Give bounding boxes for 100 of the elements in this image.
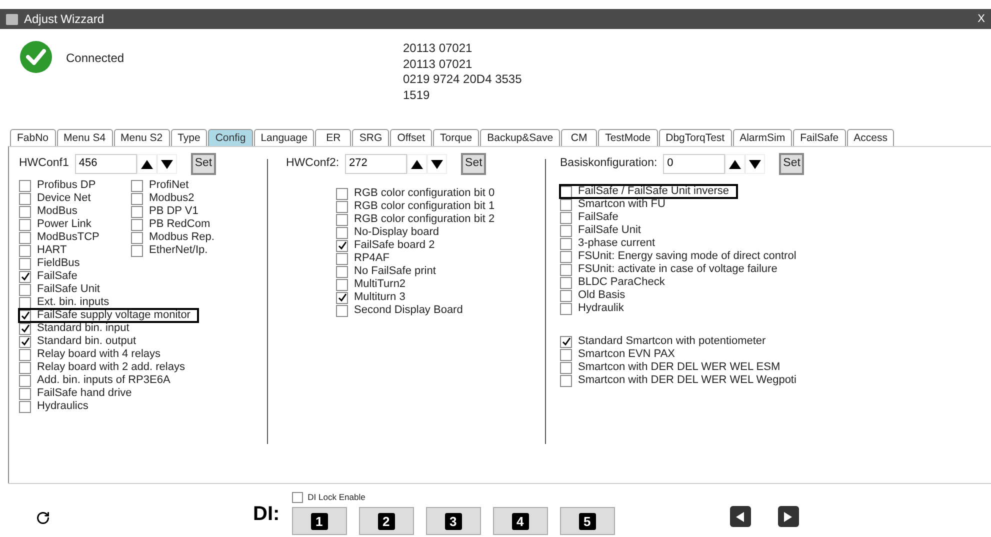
checkbox[interactable] [336,278,348,290]
checkbox[interactable] [560,362,572,374]
checkbox[interactable] [560,348,572,360]
checkbox[interactable] [19,348,31,360]
checkbox[interactable] [19,322,31,334]
di-button[interactable]: 1 [292,507,347,535]
field-label: HWConf1 [19,156,69,172]
checkbox[interactable] [336,200,348,212]
checkbox[interactable] [19,192,31,204]
checkbox[interactable] [19,336,31,348]
checkbox[interactable] [560,374,572,386]
set-button[interactable]: Set [190,153,216,175]
increase-button[interactable] [407,154,428,174]
tab[interactable]: AlarmSim [732,129,792,146]
checkbox[interactable] [336,266,348,278]
checkbox-label: Profibus DP [37,180,96,191]
checkbox[interactable] [19,284,31,296]
checkbox[interactable] [131,206,143,218]
tab[interactable]: Access [846,129,894,146]
checkbox[interactable] [560,302,572,314]
checkbox[interactable] [19,400,31,412]
checkbox[interactable] [19,296,31,308]
decrease-button[interactable] [427,154,448,174]
set-button[interactable]: Set [779,153,804,175]
di-button[interactable]: 3 [426,507,481,535]
checkbox[interactable] [560,238,572,250]
close-button[interactable]: X [978,10,985,28]
checkbox[interactable] [336,214,348,226]
checkbox[interactable] [19,362,31,374]
field-label: Basiskonfiguration: [560,156,658,172]
tab[interactable]: Offset [390,129,432,146]
checkbox[interactable] [336,292,348,304]
tab[interactable]: FailSafe [793,129,846,146]
checkbox[interactable] [560,250,572,262]
tab[interactable]: TestMode [598,129,658,146]
increase-button[interactable] [725,154,746,174]
checkbox[interactable] [131,192,143,204]
tab[interactable]: SRG [352,129,390,146]
checkbox[interactable] [19,310,31,322]
tab[interactable]: Config [208,129,253,146]
tab[interactable]: Torque [433,129,480,146]
set-button[interactable]: Set [461,153,486,175]
checkbox[interactable] [292,492,303,504]
tab[interactable]: CM [561,129,598,146]
checkbox[interactable] [19,270,31,282]
decrease-button[interactable] [745,154,766,174]
tab[interactable]: DbgTorqTest [658,129,732,146]
tab[interactable]: Menu S4 [56,129,113,146]
checkbox-label: HART [37,245,67,256]
checkbox[interactable] [560,224,572,236]
checkbox[interactable] [131,244,143,256]
checkbox[interactable] [560,198,572,210]
di-button[interactable]: 5 [560,507,615,535]
checkbox[interactable] [560,336,572,348]
checkbox-label: MultiTurn2 [354,279,406,290]
checkbox-label: FailSafe [578,212,618,223]
checkbox[interactable] [560,212,572,224]
checkbox[interactable] [19,232,31,244]
checkbox[interactable] [19,244,31,256]
checkbox[interactable] [131,180,143,192]
checkbox-label: Hydraulik [578,303,624,314]
checkbox[interactable] [336,304,348,316]
number-field[interactable]: 456 [74,154,137,174]
increase-button[interactable] [136,154,157,174]
refresh-icon[interactable] [36,511,50,525]
checkbox-label: DI Lock Enable [308,491,366,504]
checkbox[interactable] [560,290,572,302]
decrease-button[interactable] [156,154,177,174]
number-field[interactable]: 0 [663,154,726,174]
device-info: 0219 9724 20D4 3535 [403,72,522,88]
checkbox[interactable] [19,206,31,218]
checkbox[interactable] [336,240,348,252]
checkbox-label: Standard bin. input [37,323,130,334]
checkbox[interactable] [560,186,572,198]
checkbox[interactable] [19,218,31,230]
checkbox[interactable] [336,188,348,200]
checkbox[interactable] [131,232,143,244]
checkbox[interactable] [560,264,572,276]
tab[interactable]: Backup&Save [480,129,560,146]
checkbox[interactable] [560,276,572,288]
checkbox[interactable] [336,226,348,238]
checkbox-label: No FailSafe print [354,266,436,277]
tab[interactable]: Language [254,129,314,146]
checkbox[interactable] [131,218,143,230]
di-label: DI: [253,502,280,527]
checkbox[interactable] [19,258,31,270]
tab[interactable]: Type [170,129,208,146]
tab[interactable]: FabNo [10,129,56,146]
checkbox[interactable] [19,374,31,386]
di-button[interactable]: 4 [492,507,548,535]
checkbox[interactable] [19,388,31,400]
checkbox[interactable] [336,252,348,264]
checkbox-label: FSUnit: Energy saving mode of direct control [578,251,796,262]
di-button[interactable]: 2 [358,507,414,535]
tab[interactable]: ER [315,129,352,146]
tab[interactable]: Menu S2 [114,129,170,146]
next-icon[interactable] [778,506,799,527]
previous-icon[interactable] [730,506,751,527]
number-field[interactable]: 272 [345,154,408,174]
checkbox[interactable] [19,180,31,192]
